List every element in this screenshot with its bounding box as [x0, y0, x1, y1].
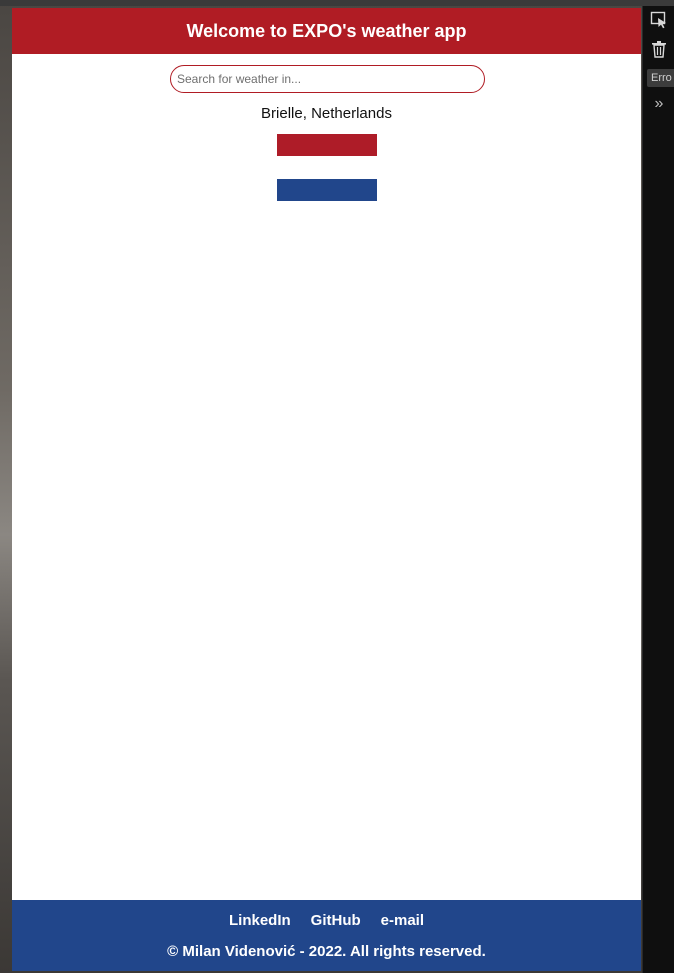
- select-element-icon[interactable]: [649, 10, 669, 30]
- chevron-double-right-icon[interactable]: »: [649, 94, 669, 114]
- app-header: Welcome to EXPO's weather app: [12, 8, 641, 54]
- flag-stripe-blue: [277, 179, 377, 201]
- weather-app: Welcome to EXPO's weather app Brielle, N…: [12, 8, 641, 971]
- error-tab[interactable]: Erro: [647, 69, 674, 87]
- location-label: Brielle, Netherlands: [261, 105, 392, 122]
- app-footer: LinkedIn GitHub e-mail © Milan Videnović…: [12, 900, 641, 971]
- github-link[interactable]: GitHub: [311, 912, 361, 929]
- devtools-panel: Erro »: [642, 6, 674, 973]
- app-title: Welcome to EXPO's weather app: [186, 20, 467, 41]
- copyright-text: © Milan Videnović - 2022. All rights res…: [167, 943, 486, 960]
- search-container: [170, 65, 485, 93]
- window-top-strip: [0, 0, 674, 6]
- footer-links: LinkedIn GitHub e-mail: [12, 912, 641, 929]
- flag-stripe-red: [277, 134, 377, 156]
- linkedin-link[interactable]: LinkedIn: [229, 912, 291, 929]
- search-input[interactable]: [170, 65, 485, 93]
- trash-icon[interactable]: [649, 39, 669, 59]
- email-link[interactable]: e-mail: [381, 912, 424, 929]
